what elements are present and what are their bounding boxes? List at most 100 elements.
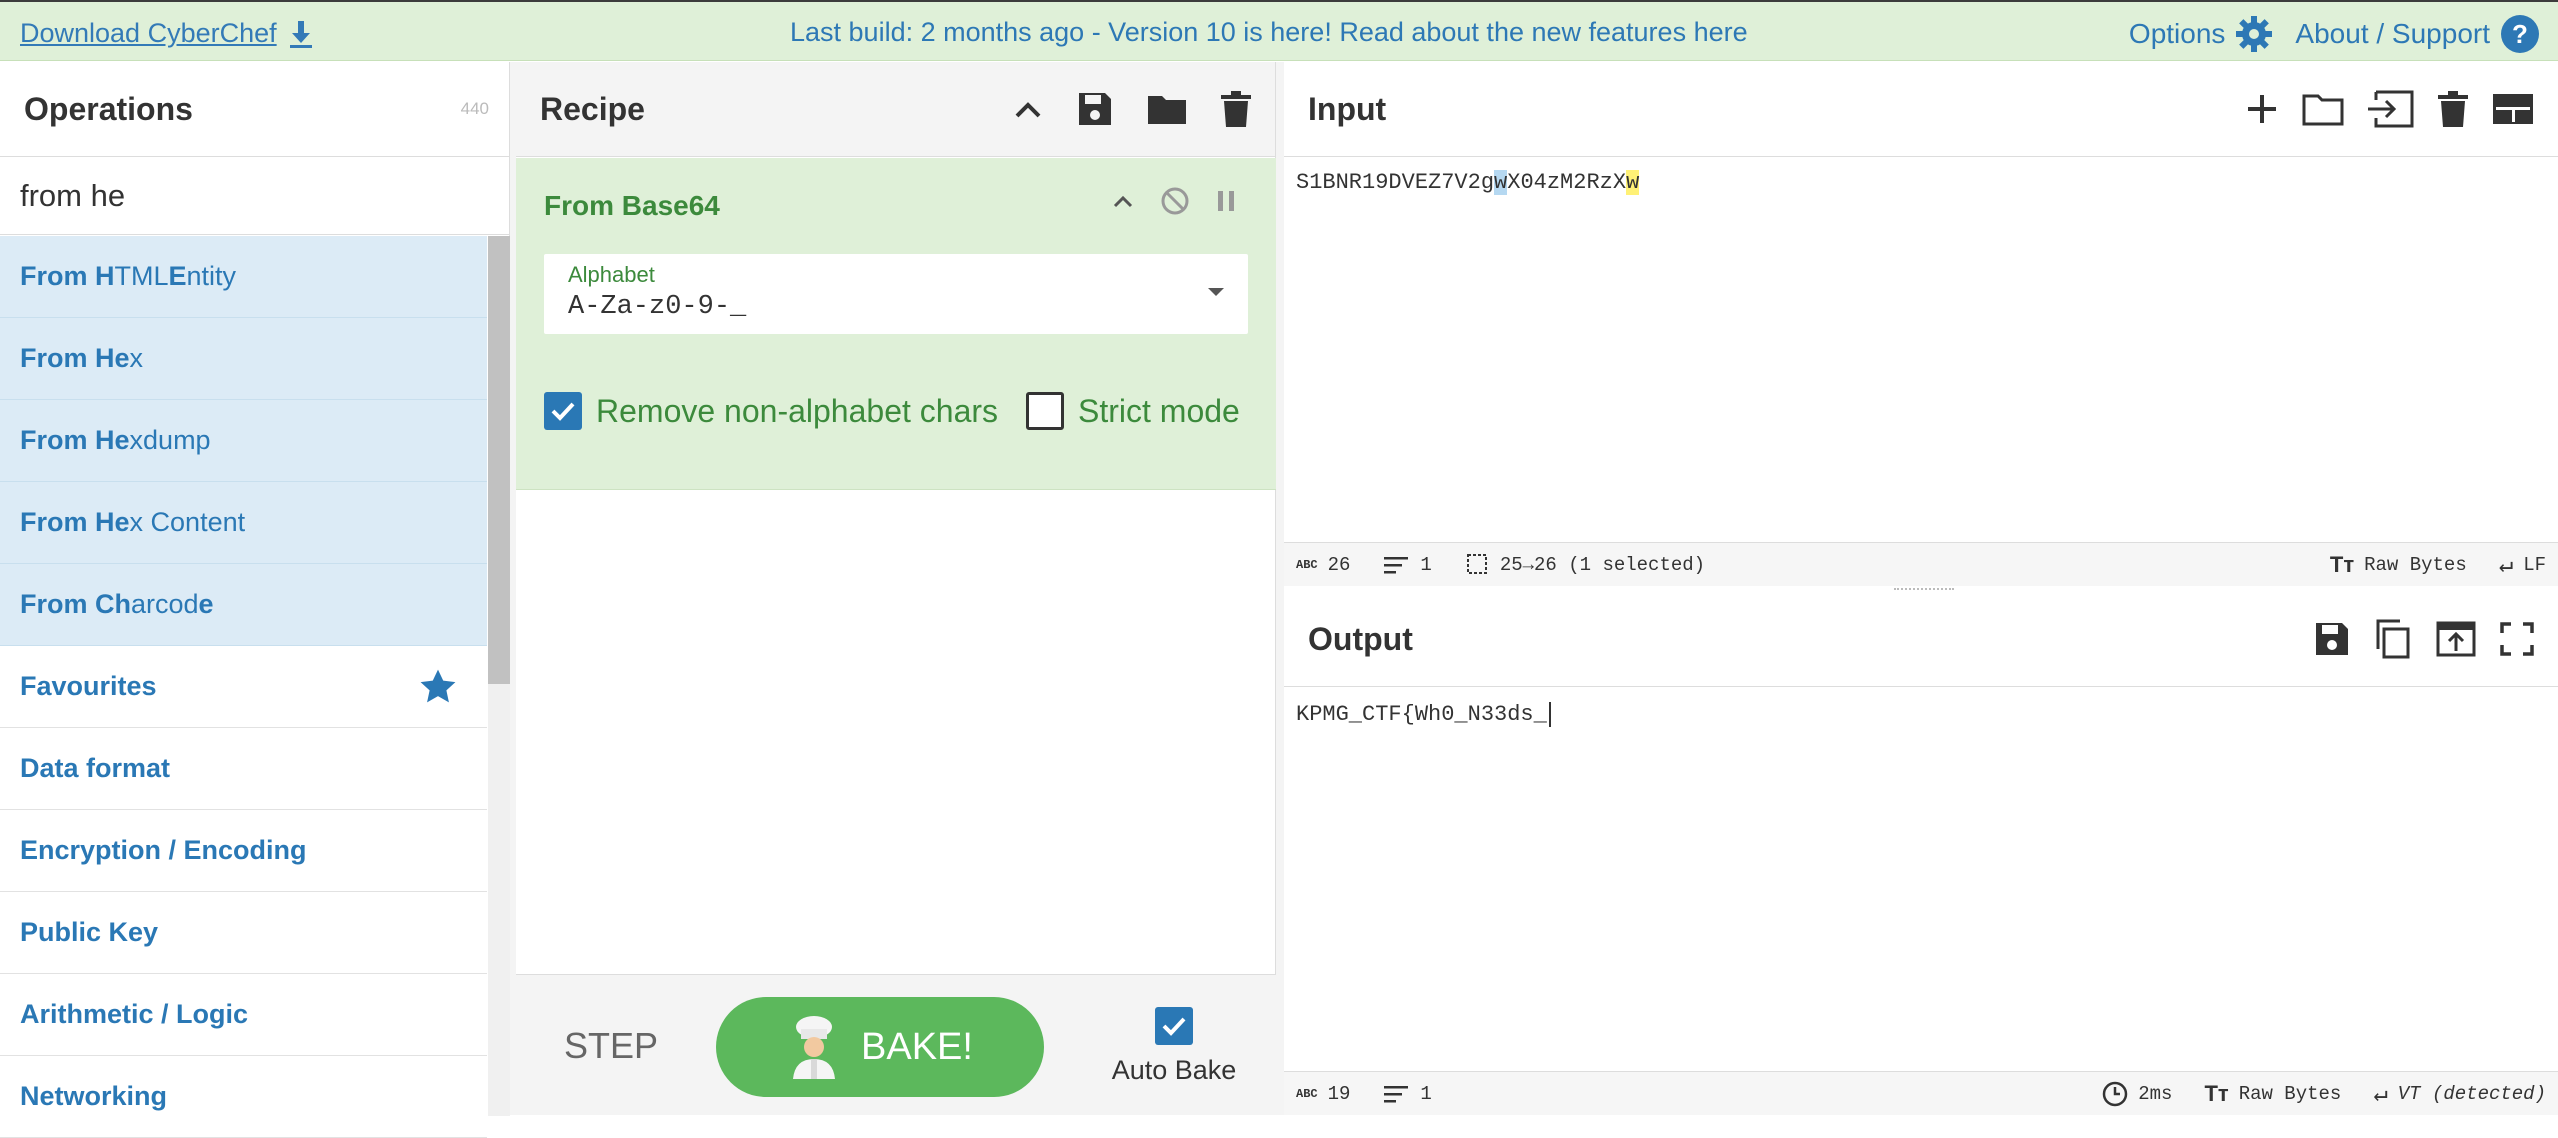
pane-gutter[interactable] [1276,62,1284,1115]
return-icon: ↵ [2373,1081,2388,1109]
category-item[interactable]: Public Key [0,892,487,974]
open-file-icon[interactable] [2368,90,2414,128]
strict-mode-checkbox[interactable]: Strict mode [1026,392,1240,430]
add-tab-icon[interactable] [2246,93,2278,125]
output-title: Output [1308,620,1413,657]
recipe-title: Recipe [540,90,645,127]
step-button[interactable]: STEP [564,1025,658,1067]
input-eol[interactable]: ↵ LF [2499,550,2546,580]
category-item[interactable]: Encryption / Encoding [0,810,487,892]
check-icon [1162,1017,1186,1036]
bake-label: BAKE! [861,1025,973,1068]
input-title: Input [1308,90,1387,127]
checkbox-checked[interactable] [544,392,582,430]
checkbox-checked[interactable] [1155,1007,1193,1045]
trash-icon[interactable] [2438,91,2468,127]
operations-list: From H TML Entity From He x From He xdump From… [0,236,487,1138]
category-item[interactable]: Arithmetic / Logic [0,974,487,1056]
pause-icon[interactable] [1216,189,1236,213]
category-label: Arithmetic / Logic [20,999,249,1029]
input-line-count: 1 [1420,553,1432,576]
text-size-icon: Tт [2329,551,2355,577]
operations-title: Operations [24,90,193,127]
top-right-links: Options About / Support ? [2129,14,2540,54]
operation-result-item[interactable]: From He x Content [0,482,487,564]
operation-result-item[interactable]: From Ch arcod e [0,564,487,646]
alphabet-label: Alphabet [568,262,655,287]
output-encoding-label: Raw Bytes [2238,1082,2342,1105]
category-item[interactable]: Networking [0,1056,487,1138]
download-cyberchef-link[interactable]: Download CyberChef [20,18,315,49]
category-item[interactable]: Data format [0,728,487,810]
options-label: Options [2128,18,2226,49]
text-size-icon: Tт [2204,1080,2229,1106]
io-pane: Input S1BNR19DVEZ7V2gwX04zM2RzXw ABC 26 1… [1284,62,2558,1115]
remove-nonalpha-label: Remove non-alphabet chars [596,392,999,429]
operation-result-item[interactable]: From He xdump [0,400,487,482]
output-eol[interactable]: ↵ VT (detected) [2373,1079,2546,1109]
lines-icon [1384,556,1409,573]
selection-icon [1466,553,1487,574]
clock-icon [2103,1081,2128,1106]
maximize-icon[interactable] [2500,622,2534,656]
about-support-button[interactable]: About / Support ? [2295,14,2540,54]
return-icon: ↵ [2498,552,2514,580]
output-line-count: 1 [1420,1082,1432,1105]
auto-bake-label: Auto Bake [1111,1055,1237,1085]
layout-icon[interactable] [2492,93,2534,125]
scroll-thumb[interactable] [488,236,510,684]
star-icon [420,669,456,702]
alphabet-value: A-Za-z0-9-_ [568,292,747,322]
release-banner[interactable]: Last build: 2 months ago - Version 10 is… [790,17,1748,48]
svg-text:?: ? [2512,19,2528,49]
operation-result-text: From Ch [20,589,131,619]
category-item[interactable]: Favourites [0,646,487,728]
output-encoding[interactable]: Tт Raw Bytes [2204,1081,2341,1107]
output-eol-label: VT (detected) [2397,1082,2546,1105]
operation-result-text: E [168,261,187,291]
open-folder-icon[interactable] [2302,92,2344,126]
strict-mode-label: Strict mode [1078,392,1240,429]
input-encoding[interactable]: Tт Raw Bytes [2330,552,2467,578]
operations-count: 440 [460,99,489,118]
gear-icon [2236,16,2273,52]
abc-icon: ABC [1296,557,1318,572]
output-header: Output [1284,592,2558,687]
category-label: Networking [20,1081,168,1111]
category-label: Data format [20,753,171,783]
operation-result-text: From He [20,343,130,373]
input-selection: 25→26 (1 selected) [1499,553,1706,576]
operation-result-text: arcod [131,589,199,619]
operation-result-text: xdump [129,425,211,455]
operation-result-text: x Content [129,507,246,537]
trash-icon[interactable] [1221,91,1251,127]
output-textarea[interactable]: KPMG_CTF{Wh0_N33ds_ [1284,702,2558,727]
top-banner: Download CyberChef Last build: 2 months … [0,0,2558,61]
checkbox-unchecked[interactable] [1026,392,1064,430]
operation-result-item[interactable]: From He x [0,318,487,400]
save-icon[interactable] [2314,621,2350,657]
chevron-up-icon[interactable] [1112,194,1134,208]
options-button[interactable]: Options [2129,15,2274,53]
input-textarea[interactable]: S1BNR19DVEZ7V2gwX04zM2RzXw [1284,170,2558,195]
disable-icon[interactable] [1160,186,1190,216]
output-statusbar: ABC 19 1 2ms Tт Raw Bytes ↵ VT (detected) [1284,1071,2558,1115]
remove-nonalpha-checkbox[interactable]: Remove non-alphabet chars [544,392,998,430]
operation-result-text: e [198,589,214,619]
alphabet-select[interactable]: Alphabet A-Za-z0-9-_ [544,254,1248,334]
bake-button[interactable]: BAKE! [716,997,1044,1097]
operations-scrollbar[interactable] [488,236,510,1116]
auto-bake-checkbox[interactable]: Auto Bake [1104,1007,1244,1086]
folder-icon[interactable] [1147,92,1187,126]
recipe-header: Recipe [516,62,1275,157]
input-char-count: 26 [1327,553,1351,576]
operations-pane: Operations 440 from he From H TML Entity F… [0,62,510,1138]
input-eol-label: LF [2523,553,2546,576]
operation-result-item[interactable]: From H TML Entity [0,236,487,318]
search-input[interactable]: from he [0,157,509,235]
bake-bar: STEP BAKE! Auto Bake [516,974,1276,1115]
replace-input-icon[interactable] [2436,621,2476,657]
save-icon[interactable] [1077,91,1113,127]
chevron-up-icon[interactable] [1013,99,1043,119]
copy-icon[interactable] [2374,619,2412,659]
